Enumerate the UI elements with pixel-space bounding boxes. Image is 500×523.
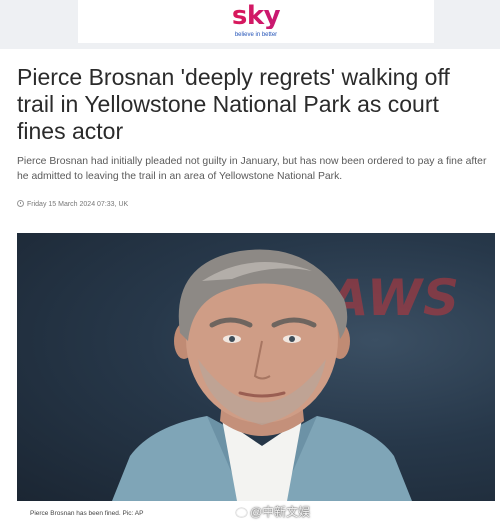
article-date: Friday 15 March 2024 07:33, UK — [27, 201, 129, 208]
article-dateline: Friday 15 March 2024 07:33, UK — [17, 200, 128, 208]
article-standfirst: Pierce Brosnan had initially pleaded not… — [17, 156, 487, 182]
article-headline: Pierce Brosnan 'deeply regrets' walking … — [17, 64, 450, 144]
sky-logo[interactable]: sky believe in better — [78, 0, 434, 43]
photo-caption: Pierce Brosnan has been fined. Pic: AP — [30, 510, 144, 517]
brand-wordmark: sky — [78, 0, 434, 29]
brand-tagline: believe in better — [234, 32, 278, 38]
weibo-icon — [236, 508, 247, 517]
weibo-watermark: @中新文娱 — [236, 503, 310, 520]
portrait-figure — [112, 249, 412, 501]
watermark-text: @中新文娱 — [250, 505, 311, 519]
masthead-band: sky believe in better — [0, 0, 500, 49]
article-photo[interactable]: LAWS — [17, 233, 495, 501]
clock-icon — [17, 200, 24, 207]
